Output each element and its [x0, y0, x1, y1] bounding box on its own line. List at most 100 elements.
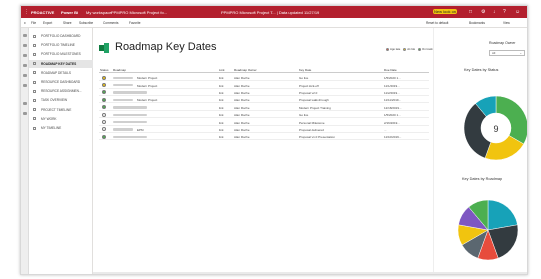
- cell-roadmap: EPM: [137, 127, 144, 132]
- status-indicator-icon: [102, 90, 106, 95]
- menu-icon[interactable]: ≡: [24, 21, 26, 25]
- table-row[interactable]: link Alan Roche Personal Milestone 2/16/201…: [99, 118, 429, 126]
- redacted-text: [113, 128, 133, 131]
- horizontal-scrollbar[interactable]: [93, 272, 527, 274]
- table-row[interactable]: link Alan Roche Proposal v1.0 Presentation…: [99, 133, 429, 141]
- export-menu[interactable]: Export: [43, 21, 52, 25]
- shared-icon[interactable]: [23, 74, 27, 77]
- page-icon: [33, 43, 36, 47]
- cell-link[interactable]: link: [219, 106, 224, 110]
- nav-page-item[interactable]: PROJECT TIMELINE: [29, 106, 93, 114]
- notification-icon[interactable]: □: [469, 9, 472, 15]
- cell-roadmap: Modern Project: [137, 76, 158, 81]
- subscribe-button[interactable]: Subscribe: [79, 21, 93, 25]
- apps-icon[interactable]: [23, 64, 27, 67]
- table-row[interactable]: EPM link Alan Roche Proposal delivered...: [99, 126, 429, 134]
- nav-page-item[interactable]: RESOURCE DASHBOARD: [29, 78, 93, 86]
- status-donut-chart[interactable]: 9: [442, 76, 528, 176]
- comments-button[interactable]: Comments: [103, 21, 118, 25]
- cell-link[interactable]: link: [219, 98, 224, 102]
- col-status[interactable]: Status: [100, 68, 109, 72]
- status-indicator-icon: [102, 127, 106, 132]
- learn-icon[interactable]: [23, 84, 27, 87]
- share-button[interactable]: Share: [63, 21, 72, 25]
- nav-page-item[interactable]: MY WORK: [29, 115, 93, 123]
- new-look-toggle[interactable]: New look on: [433, 9, 458, 14]
- nav-page-item[interactable]: PORTFOLIO TIMELINE: [29, 41, 93, 49]
- redacted-text: [113, 106, 147, 109]
- cell-link[interactable]: link: [219, 84, 224, 88]
- settings-icon[interactable]: ⚙: [481, 9, 485, 15]
- nav-page-item[interactable]: MY TIMELINE: [29, 124, 93, 132]
- excel-logo-icon: [99, 43, 109, 53]
- redacted-text: [113, 135, 147, 139]
- cell-owner: Alan Roche: [234, 83, 250, 88]
- cell-key: Project kick-off: [299, 83, 319, 88]
- col-link[interactable]: Link: [219, 68, 225, 72]
- favorites-icon[interactable]: [23, 44, 27, 47]
- bookmarks-button[interactable]: Bookmarks: [469, 21, 485, 25]
- cell-link[interactable]: link: [219, 121, 224, 125]
- nav-page-item[interactable]: RESOURCE ASSIGNMEN...: [29, 87, 93, 95]
- redacted-text: [113, 76, 133, 79]
- redacted-text: [113, 91, 147, 94]
- col-roadmap[interactable]: Roadmap: [113, 68, 126, 72]
- download-icon[interactable]: ↓: [493, 9, 496, 15]
- top-bar: ⋮ PROACTIVE Power Bi My workspace PPMPRO…: [21, 6, 527, 18]
- help-icon[interactable]: ?: [503, 9, 506, 15]
- owner-filter-label: Roadmap Owner: [489, 41, 516, 45]
- workspace-link[interactable]: My workspace: [86, 10, 112, 15]
- nav-page-item[interactable]: TASK OVERVIEW: [29, 96, 93, 104]
- favorite-button[interactable]: Favorite: [129, 21, 141, 25]
- table-row[interactable]: Modern Project link Alan Roche Proposal wal…: [99, 96, 429, 104]
- donut-slice[interactable]: [495, 95, 528, 145]
- recent-icon[interactable]: [23, 54, 27, 57]
- account-icon[interactable]: ☺: [515, 9, 520, 15]
- nav-page-item[interactable]: ROADMAP DETAILS: [29, 69, 93, 77]
- home-icon[interactable]: [23, 34, 27, 37]
- cell-link[interactable]: link: [219, 76, 224, 80]
- table-row[interactable]: link Alan Roche Proposal v2.0 11/2/2019...: [99, 89, 429, 97]
- product-name[interactable]: Power Bi: [61, 10, 78, 15]
- table-row[interactable]: Modern Project link Alan Roche Project kick…: [99, 81, 429, 89]
- page-icon: [33, 62, 36, 66]
- workspaces-icon[interactable]: [23, 102, 27, 105]
- status-indicator-icon: [102, 105, 106, 110]
- roadmap-pie-chart[interactable]: [442, 184, 528, 275]
- owner-filter-select[interactable]: All ⌄: [489, 50, 525, 56]
- nav-page-item[interactable]: ROADMAP KEY DATES: [29, 59, 93, 68]
- page-icon: [33, 52, 36, 56]
- cell-key: Go live: [299, 113, 309, 118]
- reset-button[interactable]: Reset to default: [426, 21, 448, 25]
- report-pages-nav: PORTFOLIO DASHBOARD PORTFOLIO TIMELINE POR…: [29, 28, 93, 274]
- cell-link[interactable]: link: [219, 113, 224, 117]
- nav-page-item[interactable]: PORTFOLIO MILESTONES: [29, 50, 93, 58]
- nav-page-item[interactable]: PORTFOLIO DASHBOARD: [29, 32, 93, 40]
- col-owner[interactable]: Roadmap Owner: [234, 68, 257, 72]
- table-row[interactable]: link Alan Roche Go live 1/5/2020 1...: [99, 111, 429, 119]
- waffle-icon[interactable]: ⋮: [24, 9, 29, 15]
- col-due-date[interactable]: Due Date: [384, 68, 397, 72]
- cell-link[interactable]: link: [219, 128, 224, 132]
- nav-page-label: RESOURCE ASSIGNMEN...: [41, 89, 82, 94]
- cell-owner: Alan Roche: [234, 76, 250, 81]
- cell-owner: Alan Roche: [234, 105, 250, 110]
- nav-page-label: ROADMAP DETAILS: [41, 70, 71, 75]
- col-key-date[interactable]: Key Date: [299, 68, 311, 72]
- cell-link[interactable]: link: [219, 135, 224, 139]
- cell-owner: Alan Roche: [234, 127, 250, 132]
- cell-link[interactable]: link: [219, 91, 224, 95]
- cell-key: Proposal v2.0: [299, 90, 318, 95]
- legend-swatch: [386, 47, 389, 51]
- table-row[interactable]: Modern Project link Alan Roche Go live 1/5/2…: [99, 74, 429, 82]
- cell-due: 2/16/2019...: [384, 120, 400, 125]
- redacted-text: [113, 83, 133, 87]
- report-breadcrumb[interactable]: PPMPRO Microsoft Project fo...: [111, 10, 167, 15]
- file-menu[interactable]: File: [31, 21, 36, 25]
- table-row[interactable]: link Alan Roche Modern Project Training 12/…: [99, 104, 429, 111]
- window-title[interactable]: PPMPRO Microsoft Project T... | Data upd…: [221, 10, 319, 15]
- cell-owner: Alan Roche: [234, 135, 250, 140]
- donut-center-total: 9: [493, 124, 498, 134]
- view-menu[interactable]: View: [503, 21, 510, 25]
- my-workspace-icon[interactable]: [23, 112, 27, 115]
